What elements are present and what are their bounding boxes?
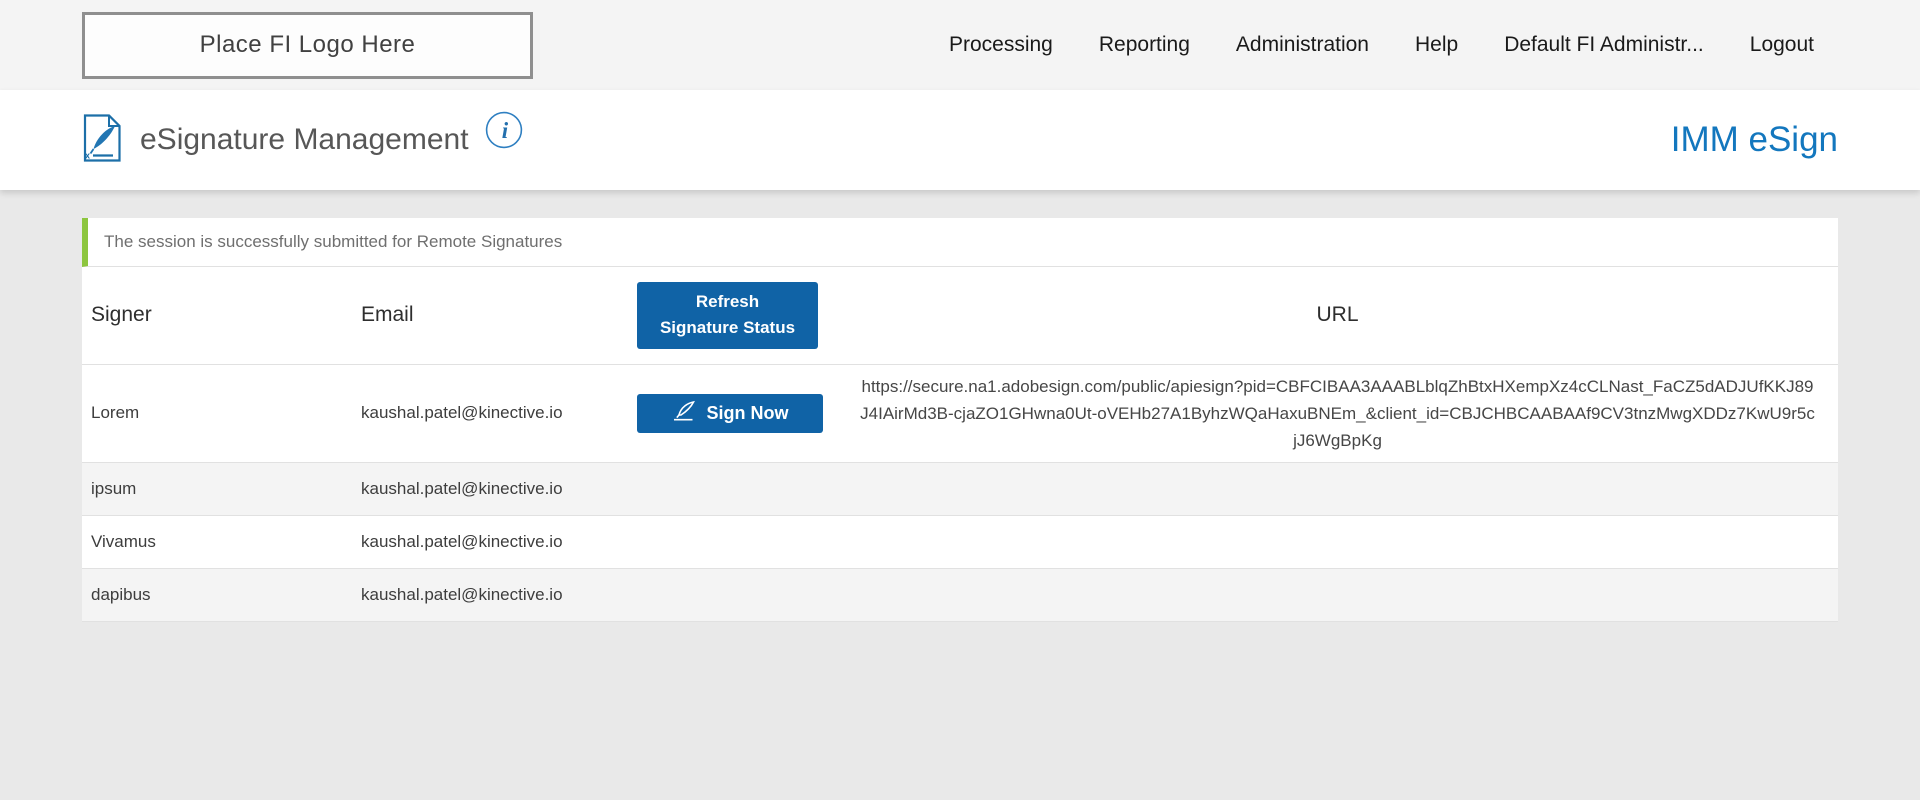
url-cell — [837, 568, 1838, 621]
nav-item-administration[interactable]: Administration — [1236, 33, 1369, 57]
nav-item-reporting[interactable]: Reporting — [1099, 33, 1190, 57]
main-nav: Processing Reporting Administration Help… — [949, 33, 1814, 57]
title-bar: x eSignature Management i IMM eSign — [0, 90, 1920, 190]
action-cell — [637, 568, 837, 621]
email-cell: kaushal.patel@kinective.io — [352, 568, 637, 621]
url-cell: https://secure.na1.adobesign.com/public/… — [837, 364, 1838, 462]
table-row: dapibus kaushal.patel@kinective.io — [82, 568, 1838, 621]
table-row: Lorem kaushal.patel@kinective.io — [82, 364, 1838, 462]
nav-item-logout[interactable]: Logout — [1750, 33, 1814, 57]
svg-text:i: i — [501, 118, 508, 143]
signer-cell: ipsum — [82, 462, 352, 515]
sign-now-label: Sign Now — [707, 403, 789, 424]
url-cell — [837, 515, 1838, 568]
table-row: Vivamus kaushal.patel@kinective.io — [82, 515, 1838, 568]
nav-item-help[interactable]: Help — [1415, 33, 1458, 57]
action-cell — [637, 515, 837, 568]
column-header-action: Refresh Signature Status — [637, 267, 837, 364]
quill-icon — [672, 400, 698, 427]
top-header: Place FI Logo Here Processing Reporting … — [0, 0, 1920, 90]
email-cell: kaushal.patel@kinective.io — [352, 462, 637, 515]
table-header: Signer Email Refresh Signature Status UR… — [82, 267, 1838, 364]
nav-item-processing[interactable]: Processing — [949, 33, 1053, 57]
success-message-bar: The session is successfully submitted fo… — [82, 218, 1838, 267]
fi-logo-placeholder: Place FI Logo Here — [82, 12, 533, 79]
email-cell: kaushal.patel@kinective.io — [352, 364, 637, 462]
signers-panel: The session is successfully submitted fo… — [82, 218, 1838, 622]
sign-now-button[interactable]: Sign Now — [637, 394, 823, 433]
column-header-url: URL — [837, 267, 1838, 364]
fi-logo-text: Place FI Logo Here — [200, 31, 416, 59]
action-cell: Sign Now — [637, 364, 837, 462]
esign-document-icon: x — [82, 114, 122, 167]
brand-imm-esign: IMM eSign — [1671, 120, 1838, 160]
refresh-signature-status-button[interactable]: Refresh Signature Status — [637, 282, 818, 349]
column-header-email: Email — [352, 267, 637, 364]
table-header-row: Signer Email Refresh Signature Status UR… — [82, 267, 1838, 364]
svg-text:x: x — [85, 150, 90, 160]
title-group: x eSignature Management i — [82, 111, 523, 170]
info-icon[interactable]: i — [485, 111, 523, 154]
url-cell — [837, 462, 1838, 515]
table-row: ipsum kaushal.patel@kinective.io — [82, 462, 1838, 515]
signer-cell: Lorem — [82, 364, 352, 462]
signer-cell: dapibus — [82, 568, 352, 621]
signer-cell: Vivamus — [82, 515, 352, 568]
signers-table: Signer Email Refresh Signature Status UR… — [82, 267, 1838, 622]
email-cell: kaushal.patel@kinective.io — [352, 515, 637, 568]
success-message-text: The session is successfully submitted fo… — [104, 232, 562, 252]
column-header-signer: Signer — [82, 267, 352, 364]
content-area: The session is successfully submitted fo… — [0, 190, 1920, 622]
nav-item-current-user[interactable]: Default FI Administr... — [1504, 33, 1704, 57]
table-body: Lorem kaushal.patel@kinective.io — [82, 364, 1838, 621]
action-cell — [637, 462, 837, 515]
page-title: eSignature Management — [140, 123, 469, 157]
